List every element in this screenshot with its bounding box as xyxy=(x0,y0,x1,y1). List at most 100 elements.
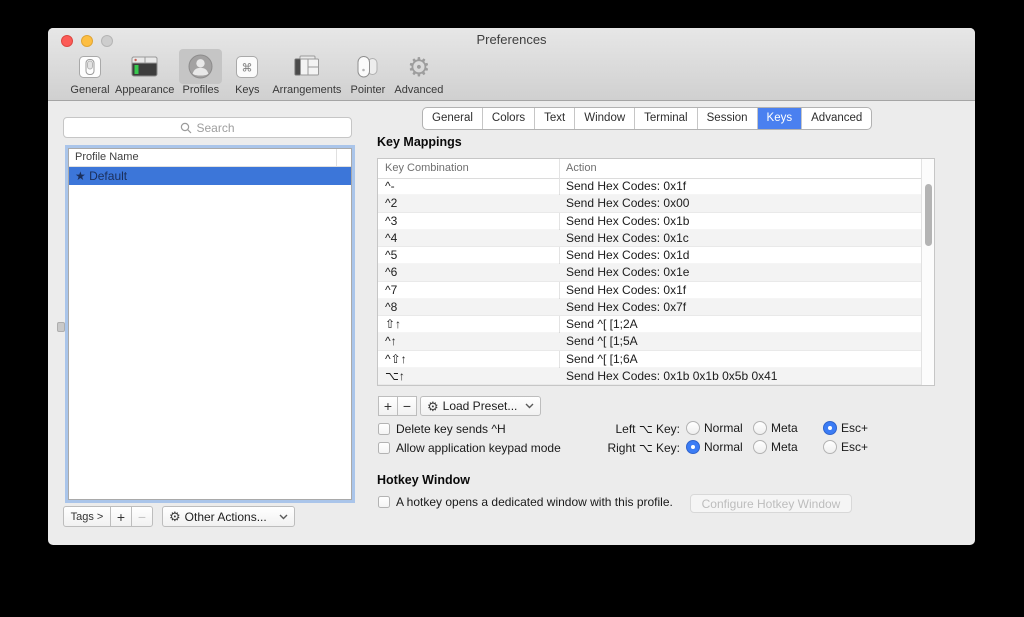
radio-button xyxy=(823,440,837,454)
key-mapping-actions: + − ⚙ Load Preset... xyxy=(378,396,541,416)
load-preset-label: Load Preset... xyxy=(443,399,518,413)
action-cell: Send ^[ [1;6A xyxy=(559,352,638,366)
mouse-icon xyxy=(346,49,389,84)
radio-button xyxy=(823,421,837,435)
profile-row[interactable]: ★ Default xyxy=(69,167,351,185)
tab-terminal[interactable]: Terminal xyxy=(634,108,696,129)
keycap-command-icon: ⌘ xyxy=(227,49,267,84)
tab-text[interactable]: Text xyxy=(534,108,574,129)
key-combination-cell: ^↑ xyxy=(378,334,559,348)
chevron-down-icon xyxy=(525,403,534,409)
key-mapping-row[interactable]: ^8Send Hex Codes: 0x7f xyxy=(378,299,921,316)
key-mapping-row[interactable]: ^2Send Hex Codes: 0x00 xyxy=(378,195,921,212)
toolbar-item-label: Arrangements xyxy=(272,84,341,96)
profile-list-header[interactable]: Profile Name xyxy=(69,149,351,167)
sidebar-actions: Tags > + − ⚙ Other Actions... xyxy=(63,506,295,527)
radio-label: Meta xyxy=(771,440,798,454)
toolbar-item-advanced[interactable]: ⚙Advanced xyxy=(394,49,443,96)
radio-label: Normal xyxy=(704,440,743,454)
toolbar-item-arrangements[interactable]: Arrangements xyxy=(272,49,341,96)
radio-option-esc[interactable]: Esc+ xyxy=(823,421,868,435)
key-mapping-row[interactable]: ^⇧↑Send ^[ [1;6A xyxy=(378,351,921,368)
tab-keys[interactable]: Keys xyxy=(757,108,802,129)
radio-label: Esc+ xyxy=(841,421,868,435)
table-header: Key Combination Action xyxy=(378,159,934,179)
hotkey-checkbox[interactable] xyxy=(378,496,390,508)
radio-option-esc[interactable]: Esc+ xyxy=(823,440,868,454)
toolbar-item-keys[interactable]: ⌘ Keys xyxy=(227,49,267,96)
preferences-window: Preferences GeneralAppearanceProfiles⌘Ke… xyxy=(48,28,975,545)
key-combination-cell: ^8 xyxy=(378,300,559,314)
key-mapping-row[interactable]: ^↑Send ^[ [1;5A xyxy=(378,333,921,350)
key-combination-cell: ^3 xyxy=(378,214,559,228)
window-chrome: Preferences GeneralAppearanceProfiles⌘Ke… xyxy=(48,28,975,101)
radio-group: Right ⌥ Key: Normal Meta Esc+ xyxy=(48,440,975,456)
toolbar-item-profiles[interactable]: Profiles xyxy=(179,49,222,96)
key-combination-cell: ^⇧↑ xyxy=(378,352,559,366)
add-key-mapping-button[interactable]: + xyxy=(378,396,398,416)
other-actions-label: Other Actions... xyxy=(185,510,267,524)
toolbar-item-label: Advanced xyxy=(394,84,443,96)
tab-window[interactable]: Window xyxy=(574,108,634,129)
tab-general[interactable]: General xyxy=(423,108,482,129)
toolbar-item-label: Pointer xyxy=(350,84,385,96)
key-mappings-heading: Key Mappings xyxy=(377,135,462,149)
key-mapping-row[interactable]: ^3Send Hex Codes: 0x1b xyxy=(378,213,921,230)
key-combination-cell: ^7 xyxy=(378,283,559,297)
key-mapping-row[interactable]: ^-Send Hex Codes: 0x1f xyxy=(378,178,921,195)
key-combination-cell: ^6 xyxy=(378,265,559,279)
key-mapping-row[interactable]: ⌥↑Send Hex Codes: 0x1b 0x1b 0x5b 0x41 xyxy=(378,368,921,385)
column-header-key-combination[interactable]: Key Combination xyxy=(385,162,469,174)
table-scrollbar[interactable] xyxy=(921,159,934,385)
tab-colors[interactable]: Colors xyxy=(482,108,534,129)
profile-list-header-label: Profile Name xyxy=(75,151,139,163)
remove-key-mapping-button[interactable]: − xyxy=(397,396,417,416)
radio-option-normal[interactable]: Normal xyxy=(686,421,743,435)
key-mapping-row[interactable]: ^4Send Hex Codes: 0x1c xyxy=(378,230,921,247)
toolbar-item-general[interactable]: General xyxy=(70,49,110,96)
hotkey-checkbox-label: A hotkey opens a dedicated window with t… xyxy=(396,495,673,509)
action-cell: Send Hex Codes: 0x00 xyxy=(559,196,689,210)
radio-group-label: Right ⌥ Key: xyxy=(528,441,680,455)
gear-icon: ⚙ xyxy=(399,49,438,84)
key-combination-cell: ^2 xyxy=(378,196,559,210)
toggle-icon xyxy=(70,49,110,84)
toolbar-item-appearance[interactable]: Appearance xyxy=(115,49,174,96)
radio-option-meta[interactable]: Meta xyxy=(753,440,798,454)
column-header-action[interactable]: Action xyxy=(566,162,597,174)
add-profile-button[interactable]: + xyxy=(110,506,132,527)
key-combination-cell: ^4 xyxy=(378,231,559,245)
key-mapping-row[interactable]: ^7Send Hex Codes: 0x1f xyxy=(378,282,921,299)
hotkey-checkbox-row: A hotkey opens a dedicated window with t… xyxy=(378,495,673,509)
radio-group-label: Left ⌥ Key: xyxy=(528,422,680,436)
radio-option-normal[interactable]: Normal xyxy=(686,440,743,454)
action-cell: Send ^[ [1;2A xyxy=(559,317,638,331)
action-cell: Send Hex Codes: 0x1e xyxy=(559,265,689,279)
action-cell: Send Hex Codes: 0x7f xyxy=(559,300,686,314)
toolbar-item-label: Profiles xyxy=(182,84,219,96)
hotkey-window-heading: Hotkey Window xyxy=(377,473,470,487)
scrollbar-thumb[interactable] xyxy=(925,184,932,246)
load-preset-dropdown[interactable]: ⚙ Load Preset... xyxy=(420,396,541,416)
search-icon xyxy=(180,122,192,134)
key-mapping-row[interactable]: ⇧↑Send ^[ [1;2A xyxy=(378,316,921,333)
key-mapping-row[interactable]: ^6Send Hex Codes: 0x1e xyxy=(378,264,921,281)
other-actions-dropdown[interactable]: ⚙ Other Actions... xyxy=(162,506,295,527)
tab-session[interactable]: Session xyxy=(697,108,757,129)
radio-label: Meta xyxy=(771,421,798,435)
toolbar-item-pointer[interactable]: Pointer xyxy=(346,49,389,96)
radio-option-meta[interactable]: Meta xyxy=(753,421,798,435)
radio-button xyxy=(753,440,767,454)
action-cell: Send ^[ [1;5A xyxy=(559,334,638,348)
splitter-grip[interactable] xyxy=(57,322,65,332)
key-mapping-row[interactable]: ^5Send Hex Codes: 0x1d xyxy=(378,247,921,264)
svg-text:⌘: ⌘ xyxy=(242,61,253,74)
toolbar-item-label: Keys xyxy=(235,84,259,96)
tab-advanced[interactable]: Advanced xyxy=(801,108,871,129)
tags-button[interactable]: Tags > xyxy=(63,506,111,527)
radio-group: Left ⌥ Key: Normal Meta Esc+ xyxy=(48,421,975,437)
person-icon xyxy=(179,49,222,84)
table-body: ^-Send Hex Codes: 0x1f^2Send Hex Codes: … xyxy=(378,178,921,385)
key-combination-cell: ⇧↑ xyxy=(378,317,559,331)
search-field[interactable]: Search xyxy=(63,117,352,138)
